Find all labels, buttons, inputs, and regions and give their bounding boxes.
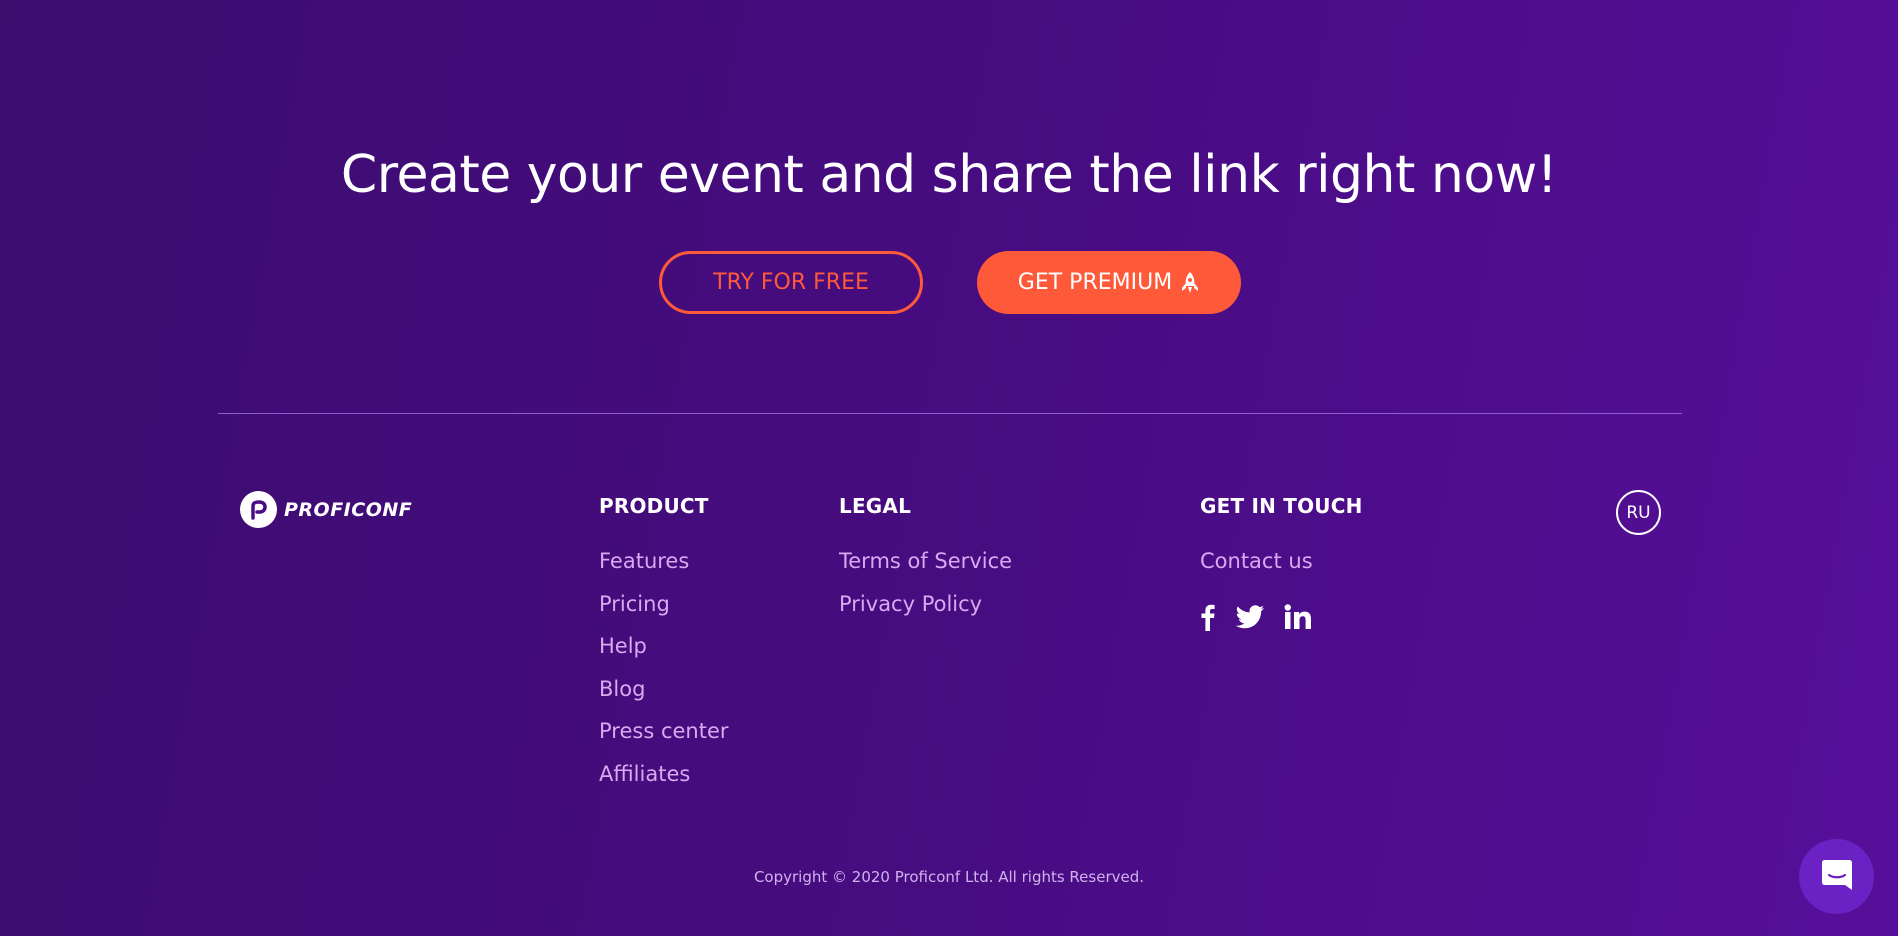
language-switch-ru[interactable]: RU	[1616, 490, 1661, 535]
section-divider	[218, 413, 1682, 414]
language-label: RU	[1626, 502, 1651, 523]
footer-link-help[interactable]: Help	[599, 625, 729, 668]
rocket-icon	[1180, 271, 1200, 295]
facebook-icon[interactable]	[1200, 603, 1216, 631]
footer-link-terms[interactable]: Terms of Service	[839, 540, 1012, 583]
try-for-free-button[interactable]: TRY FOR FREE	[659, 251, 923, 314]
footer-link-pricing[interactable]: Pricing	[599, 583, 729, 626]
logo-wordmark: PROFICONF	[284, 498, 413, 521]
footer-column-product: PRODUCT Features Pricing Help Blog Press…	[599, 494, 729, 795]
social-links	[1200, 603, 1363, 631]
copyright-notice: Copyright © 2020 Proficonf Ltd. All righ…	[753, 868, 1145, 886]
get-premium-button[interactable]: GET PREMIUM	[977, 251, 1241, 314]
page-headline: Create your event and share the link rig…	[340, 145, 1558, 205]
footer-column-get-in-touch: GET IN TOUCH Contact us	[1200, 494, 1363, 631]
logo-mark-icon	[240, 491, 277, 528]
proficonf-logo[interactable]: PROFICONF	[240, 491, 412, 528]
get-in-touch-heading: GET IN TOUCH	[1200, 494, 1363, 518]
legal-heading: LEGAL	[839, 494, 912, 518]
linkedin-icon[interactable]	[1284, 603, 1314, 630]
get-premium-label: GET PREMIUM	[1017, 270, 1173, 295]
footer-link-press-center[interactable]: Press center	[599, 710, 729, 753]
footer-link-contact[interactable]: Contact us	[1200, 540, 1363, 583]
product-heading: PRODUCT	[599, 494, 709, 518]
footer-link-blog[interactable]: Blog	[599, 668, 729, 711]
try-for-free-label: TRY FOR FREE	[713, 270, 869, 295]
chat-bubble-icon	[1819, 857, 1855, 897]
footer-column-legal: LEGAL Terms of Service Privacy Policy	[839, 494, 1012, 625]
twitter-icon[interactable]	[1236, 604, 1264, 629]
chat-widget-button[interactable]	[1799, 839, 1874, 914]
footer-link-features[interactable]: Features	[599, 540, 729, 583]
footer-link-privacy[interactable]: Privacy Policy	[839, 583, 1012, 626]
footer-link-affiliates[interactable]: Affiliates	[599, 753, 729, 796]
